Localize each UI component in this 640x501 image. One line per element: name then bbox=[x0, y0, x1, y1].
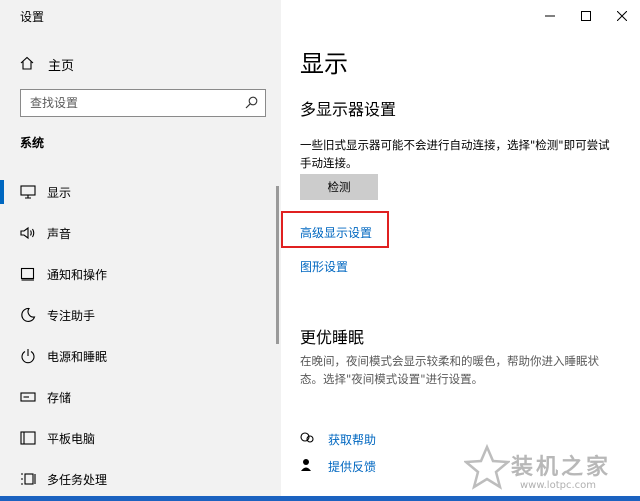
get-help-label: 获取帮助 bbox=[328, 432, 377, 447]
app-title: 设置 bbox=[20, 10, 45, 24]
monitor-icon bbox=[20, 184, 36, 200]
sidebar-item-power[interactable]: 电源和睡眠 bbox=[0, 336, 270, 376]
minimize-icon bbox=[545, 6, 555, 25]
page-title: 显示 bbox=[300, 50, 348, 78]
watermark: 装机之家 www.lotpc.com bbox=[460, 440, 636, 496]
sidebar-item-label: 通知和操作 bbox=[47, 267, 108, 282]
maximize-button[interactable] bbox=[568, 0, 604, 30]
sidebar-item-storage[interactable]: 存储 bbox=[0, 377, 270, 417]
search-box[interactable] bbox=[20, 89, 266, 117]
sidebar-item-label: 平板电脑 bbox=[47, 431, 96, 446]
sidebar-item-label: 存储 bbox=[47, 390, 72, 405]
get-help-row[interactable]: 获取帮助 bbox=[300, 429, 376, 449]
advanced-display-link[interactable]: 高级显示设置 bbox=[300, 224, 372, 241]
feedback-person-icon bbox=[300, 457, 314, 476]
multitask-icon bbox=[20, 471, 36, 487]
power-icon bbox=[20, 348, 36, 364]
graphics-settings-link[interactable]: 图形设置 bbox=[300, 258, 348, 275]
notification-icon bbox=[20, 266, 36, 282]
sidebar-item-tablet[interactable]: 平板电脑 bbox=[0, 418, 270, 458]
watermark-text: 装机之家 bbox=[511, 455, 612, 480]
storage-icon bbox=[20, 389, 36, 405]
speaker-icon bbox=[20, 225, 36, 241]
sidebar-item-label: 多任务处理 bbox=[47, 472, 108, 487]
tablet-icon bbox=[20, 430, 36, 446]
sidebar-home[interactable]: 主页 bbox=[20, 54, 74, 74]
section-title: 系统 bbox=[20, 136, 45, 150]
window-controls bbox=[532, 0, 640, 30]
sidebar-item-focus-assist[interactable]: 专注助手 bbox=[0, 295, 270, 335]
feedback-label: 提供反馈 bbox=[328, 459, 377, 474]
feedback-row[interactable]: 提供反馈 bbox=[300, 456, 376, 476]
watermark-url: www.lotpc.com bbox=[520, 480, 596, 491]
minimize-button[interactable] bbox=[532, 0, 568, 30]
sidebar-item-label: 显示 bbox=[47, 185, 72, 200]
moon-icon bbox=[20, 307, 36, 323]
settings-window: 设置 主页 系统 显示 声音 bbox=[0, 0, 640, 496]
sidebar-home-label: 主页 bbox=[48, 58, 75, 74]
close-button[interactable] bbox=[604, 0, 640, 30]
taskbar-edge bbox=[0, 496, 640, 501]
search-input[interactable] bbox=[30, 96, 230, 110]
sidebar-item-label: 声音 bbox=[47, 226, 72, 241]
sidebar-scrollbar[interactable] bbox=[276, 186, 279, 344]
sidebar-item-label: 专注助手 bbox=[47, 308, 96, 323]
main-content: 显示 多显示器设置 一些旧式显示器可能不会进行自动连接，选择"检测"即可尝试手动… bbox=[281, 0, 640, 496]
sidebar-item-multitasking[interactable]: 多任务处理 bbox=[0, 459, 270, 496]
search-icon[interactable] bbox=[245, 94, 258, 113]
sleep-heading: 更优睡眠 bbox=[300, 328, 365, 347]
home-icon bbox=[20, 55, 34, 74]
sleep-description: 在晚间，夜间模式会显示较柔和的暖色，帮助你进入睡眠状态。选择"夜间模式设置"进行… bbox=[300, 354, 599, 386]
maximize-icon bbox=[581, 6, 591, 25]
sidebar: 设置 主页 系统 显示 声音 bbox=[0, 0, 281, 496]
sidebar-item-notifications[interactable]: 通知和操作 bbox=[0, 254, 270, 294]
help-chat-icon bbox=[300, 430, 314, 449]
close-icon bbox=[616, 6, 628, 25]
sidebar-item-label: 电源和睡眠 bbox=[47, 349, 108, 364]
detect-button[interactable]: 检测 bbox=[300, 174, 378, 200]
sidebar-item-sound[interactable]: 声音 bbox=[0, 213, 270, 253]
watermark-star-icon bbox=[462, 443, 512, 494]
sidebar-item-display[interactable]: 显示 bbox=[0, 172, 270, 212]
multi-display-heading: 多显示器设置 bbox=[300, 100, 397, 119]
multi-display-description: 一些旧式显示器可能不会进行自动连接，选择"检测"即可尝试手动连接。 bbox=[300, 138, 610, 170]
